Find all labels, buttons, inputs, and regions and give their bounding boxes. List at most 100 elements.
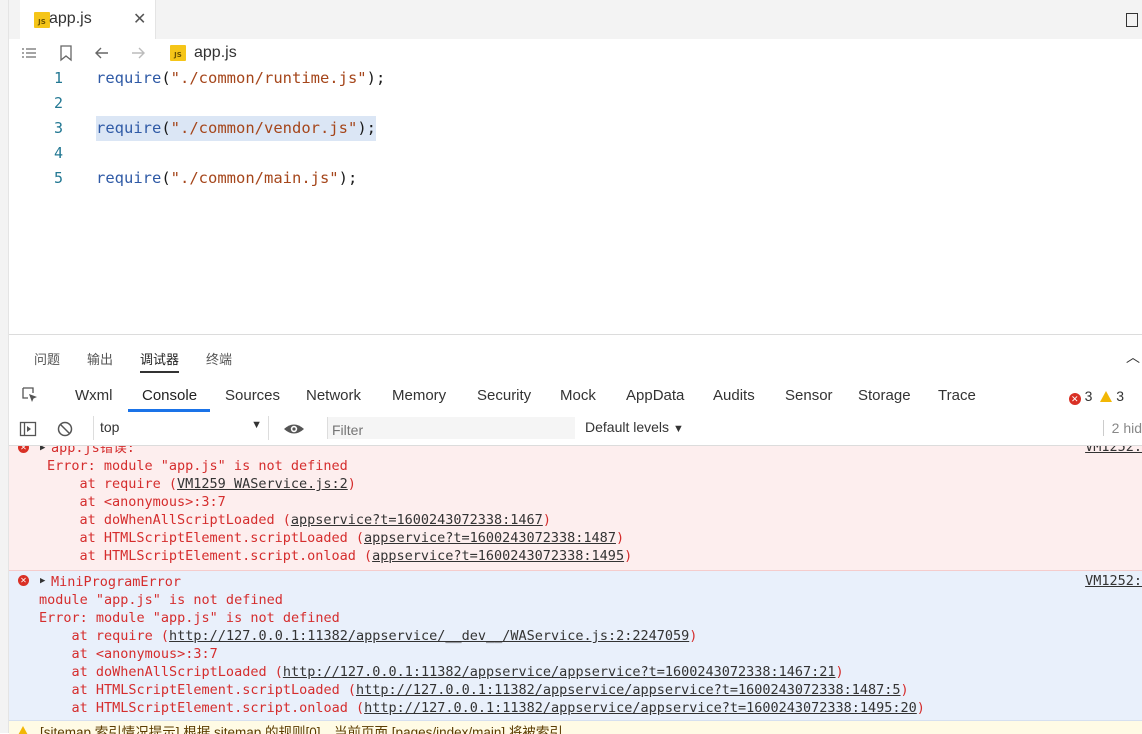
console-error-message[interactable]: ✕ ▶ app.js错误: VM1252: Error: module "app… bbox=[9, 446, 1142, 571]
code-token-fn: require bbox=[96, 69, 162, 87]
code-token-string: "./common/runtime.js" bbox=[170, 69, 367, 87]
tab-problems[interactable]: 问题 bbox=[34, 349, 60, 368]
js-file-icon: JS bbox=[34, 12, 50, 28]
activity-strip bbox=[0, 0, 9, 733]
code-line[interactable]: 2 bbox=[9, 91, 1142, 116]
tab-trace[interactable]: Trace bbox=[938, 387, 976, 404]
filter-input[interactable] bbox=[328, 417, 576, 439]
code-token-paren: ( bbox=[161, 169, 171, 187]
tab-mock[interactable]: Mock bbox=[560, 387, 596, 404]
code-token-fn: require bbox=[96, 169, 162, 187]
code-line[interactable]: 4 bbox=[9, 141, 1142, 166]
stack-line: at require (http://127.0.0.1:11382/appse… bbox=[39, 627, 698, 645]
expand-triangle-icon[interactable]: ▶ bbox=[40, 576, 45, 586]
source-link[interactable]: VM1252: bbox=[1085, 446, 1142, 455]
stack-link[interactable]: http://127.0.0.1:11382/appservice/appser… bbox=[283, 664, 836, 680]
stack-line: at HTMLScriptElement.scriptLoaded (http:… bbox=[39, 681, 909, 699]
stack-link[interactable]: http://127.0.0.1:11382/appservice/appser… bbox=[356, 682, 901, 698]
stack-text: at doWhenAllScriptLoaded ( bbox=[47, 512, 291, 528]
tab-wxml[interactable]: Wxml bbox=[75, 387, 113, 404]
stack-link[interactable]: http://127.0.0.1:11382/appservice/appser… bbox=[364, 700, 917, 716]
message-title: app.js错误: bbox=[51, 446, 135, 456]
code-token-end: ); bbox=[357, 119, 376, 137]
stack-text: at HTMLScriptElement.script.onload ( bbox=[39, 700, 365, 716]
code-token-string: "./common/main.js" bbox=[170, 169, 339, 187]
back-arrow-icon[interactable] bbox=[93, 44, 111, 62]
stack-text: at require ( bbox=[47, 476, 178, 492]
devtools-panel: 问题 输出 调试器 终端 ︿ Wxml Console Sources Netw… bbox=[9, 334, 1142, 734]
tab-network[interactable]: Network bbox=[306, 387, 361, 404]
stack-line: at HTMLScriptElement.script.onload (http… bbox=[39, 699, 925, 717]
code-line[interactable]: 1 require("./common/runtime.js"); bbox=[9, 66, 1142, 91]
outline-list-icon[interactable] bbox=[20, 44, 38, 62]
stack-text: ) bbox=[347, 476, 356, 492]
stack-text: at doWhenAllScriptLoaded ( bbox=[39, 664, 283, 680]
stack-text: ) bbox=[624, 548, 633, 564]
hidden-count: 2 hid bbox=[1102, 420, 1142, 436]
split-panel-icon[interactable] bbox=[1126, 13, 1138, 27]
breadcrumb-file[interactable]: app.js bbox=[194, 44, 237, 62]
log-levels-dropdown[interactable]: Default levels ▼ bbox=[585, 419, 684, 435]
stack-text: ) bbox=[916, 700, 925, 716]
console-warning-message[interactable]: [sitemap 索引情况提示] 根据 sitemap 的规则[0]，当前页面 … bbox=[9, 721, 1142, 734]
line-number: 3 bbox=[53, 119, 63, 137]
code-line-highlighted[interactable]: 3 require("./common/vendor.js"); bbox=[9, 116, 1142, 141]
editor-tab-app-js[interactable]: JS app.js ✕ bbox=[20, 0, 156, 39]
stack-line: at require (VM1259 WAService.js:2) bbox=[47, 475, 356, 493]
stack-line: at doWhenAllScriptLoaded (appservice?t=1… bbox=[47, 511, 551, 529]
expand-triangle-icon[interactable]: ▶ bbox=[40, 446, 45, 453]
tab-appdata[interactable]: AppData bbox=[626, 387, 684, 404]
source-link[interactable]: VM1252: bbox=[1085, 573, 1142, 589]
stack-text: ) bbox=[689, 628, 698, 644]
console-messages: ✕ ▶ app.js错误: VM1252: Error: module "app… bbox=[9, 446, 1142, 734]
console-error-message[interactable]: ✕ ▶ MiniProgramError VM1252: module "app… bbox=[9, 571, 1142, 721]
stack-link[interactable]: appservice?t=1600243072338:1487 bbox=[364, 530, 616, 546]
stack-text: module "app.js" is not defined bbox=[39, 592, 283, 608]
eye-icon[interactable] bbox=[283, 420, 305, 438]
tab-console[interactable]: Console bbox=[142, 387, 197, 404]
editor-tab-label: app.js bbox=[49, 10, 92, 27]
caret-down-icon: ▼ bbox=[672, 423, 684, 435]
line-number: 5 bbox=[53, 169, 63, 187]
tab-storage[interactable]: Storage bbox=[858, 387, 911, 404]
close-tab-icon[interactable]: ✕ bbox=[133, 9, 146, 29]
stack-line: module "app.js" is not defined bbox=[39, 591, 283, 609]
code-line[interactable]: 5 require("./common/main.js"); bbox=[9, 166, 1142, 191]
log-levels-label: Default levels bbox=[585, 419, 670, 435]
clear-console-icon[interactable] bbox=[56, 420, 74, 438]
caret-down-icon: ▼ bbox=[251, 419, 262, 431]
stack-text: ) bbox=[615, 530, 625, 546]
tab-security[interactable]: Security bbox=[477, 387, 531, 404]
forward-arrow-icon[interactable] bbox=[129, 44, 147, 62]
collapse-chevron-icon[interactable]: ︿ bbox=[1126, 347, 1140, 367]
tab-memory[interactable]: Memory bbox=[392, 387, 446, 404]
context-select-value: top bbox=[100, 419, 120, 435]
line-number: 1 bbox=[53, 69, 63, 87]
stack-link[interactable]: VM1259 WAService.js:2 bbox=[177, 476, 348, 492]
tab-sensor[interactable]: Sensor bbox=[785, 387, 833, 404]
stack-text: at <anonymous>:3:7 bbox=[39, 646, 218, 662]
context-select[interactable]: top ▼ bbox=[93, 416, 269, 440]
error-icon: ✕ bbox=[18, 575, 29, 586]
stack-text: Error: module "app.js" is not defined bbox=[47, 458, 348, 474]
sidebar-toggle-icon[interactable] bbox=[19, 420, 37, 438]
stack-link[interactable]: http://127.0.0.1:11382/appservice/__dev_… bbox=[169, 628, 689, 644]
issue-counts[interactable]: ✕ 3 3 bbox=[1068, 388, 1124, 405]
tab-output[interactable]: 输出 bbox=[87, 349, 113, 368]
tab-sources[interactable]: Sources bbox=[225, 387, 280, 404]
stack-link[interactable]: appservice?t=1600243072338:1467 bbox=[291, 512, 543, 528]
code-token-end: ); bbox=[366, 69, 386, 87]
line-number: 2 bbox=[53, 94, 63, 112]
stack-text: at require ( bbox=[39, 628, 170, 644]
tab-debugger[interactable]: 调试器 bbox=[140, 349, 180, 373]
inspect-element-icon[interactable] bbox=[21, 386, 39, 404]
stack-text: at HTMLScriptElement.scriptLoaded ( bbox=[39, 682, 356, 698]
stack-line: at HTMLScriptElement.script.onload (apps… bbox=[47, 547, 633, 565]
stack-link[interactable]: appservice?t=1600243072338:1495 bbox=[372, 548, 624, 564]
error-count-icon: ✕ bbox=[1068, 393, 1081, 405]
tab-audits[interactable]: Audits bbox=[713, 387, 755, 404]
bookmark-icon[interactable] bbox=[57, 44, 75, 62]
tab-terminal[interactable]: 终端 bbox=[206, 349, 232, 368]
stack-text: ) bbox=[900, 682, 909, 698]
devtools-panel-tabs: Wxml Console Sources Network Memory Secu… bbox=[9, 377, 1142, 413]
